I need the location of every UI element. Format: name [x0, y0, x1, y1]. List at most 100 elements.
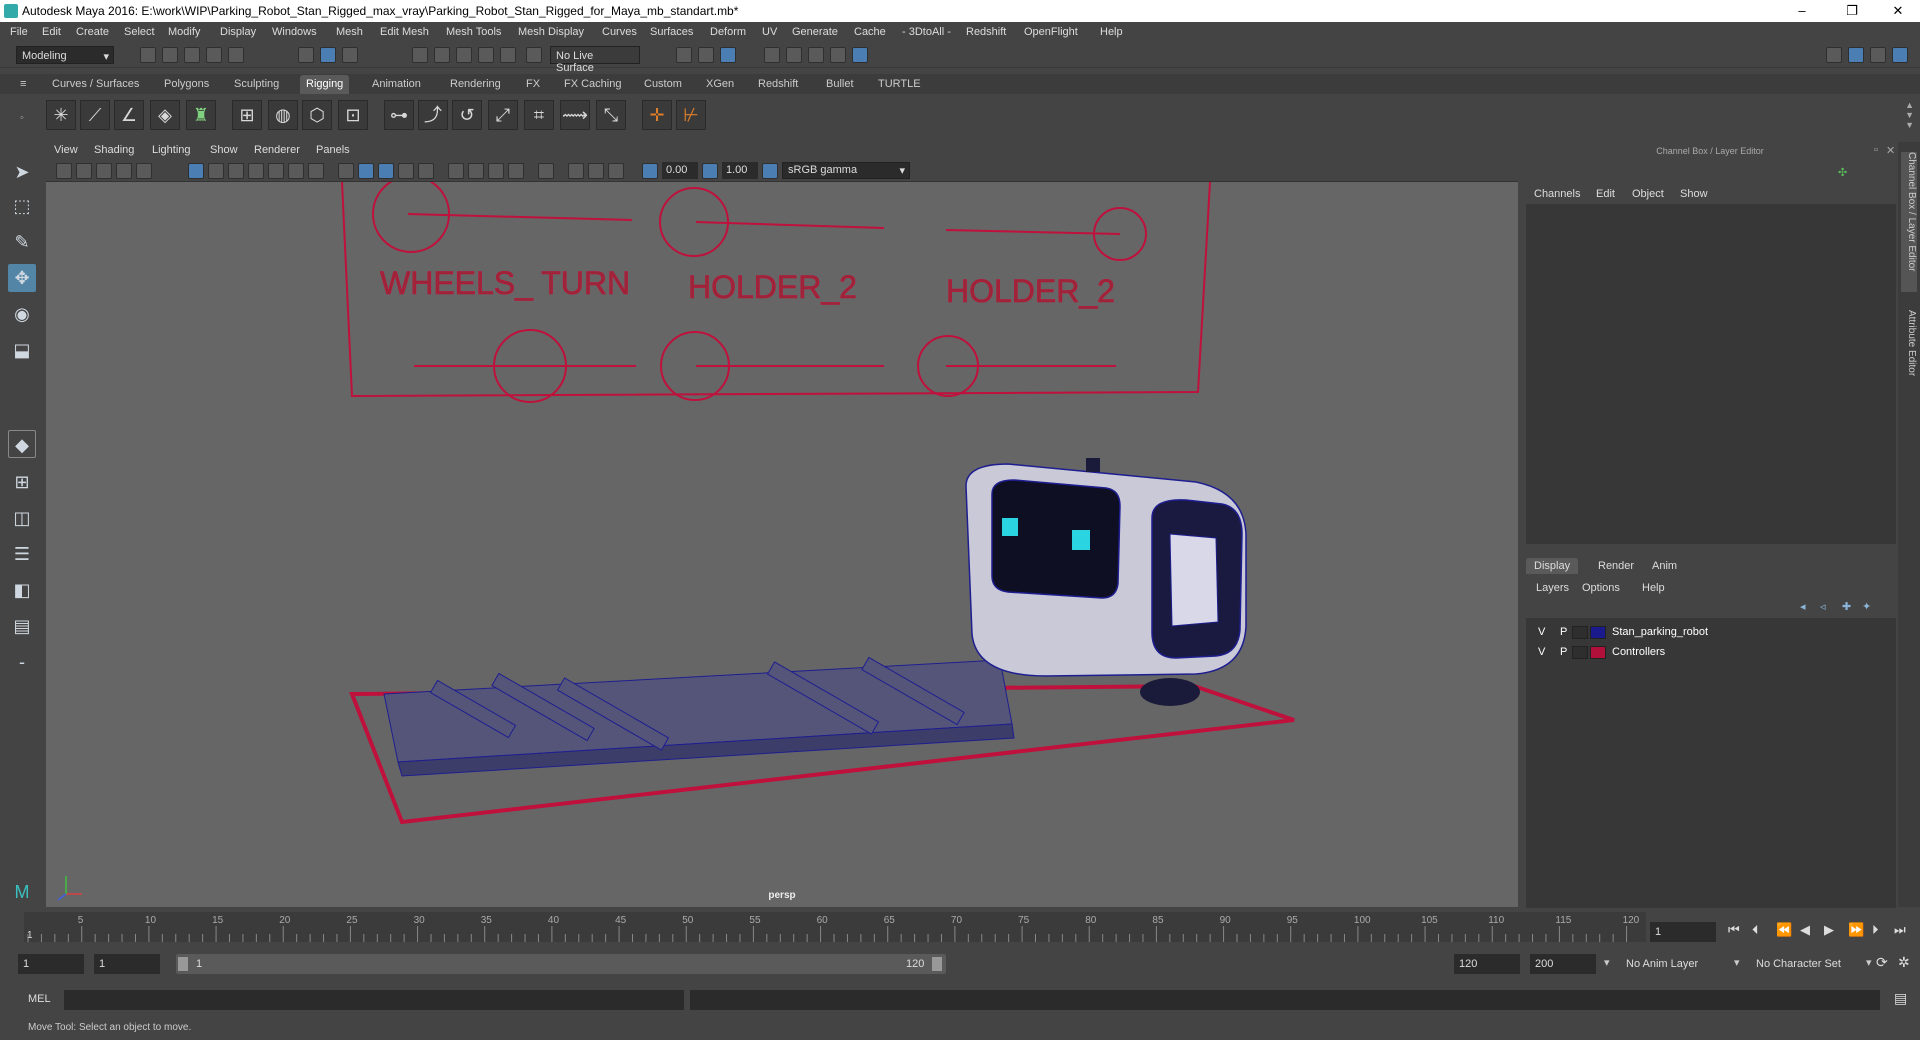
menu-windows[interactable]: Windows	[272, 26, 317, 38]
snap-point-icon[interactable]	[456, 47, 472, 63]
orient-constraint-icon[interactable]: ↺	[452, 100, 482, 130]
new-layer-icon[interactable]: ✚	[1842, 600, 1851, 613]
open-scene-icon[interactable]	[162, 47, 178, 63]
tab-bullet[interactable]: Bullet	[826, 78, 854, 90]
two-pane-layout-icon[interactable]: ◫	[8, 504, 36, 532]
new-scene-icon[interactable]	[140, 47, 156, 63]
tab-polygons[interactable]: Polygons	[164, 78, 209, 90]
vp-menu-renderer[interactable]: Renderer	[254, 144, 300, 156]
mirror-joint-icon[interactable]: ◈	[150, 100, 180, 130]
set-driven-key-icon[interactable]: ⊬	[676, 100, 706, 130]
wireframe-icon[interactable]	[338, 163, 354, 179]
viewport-canvas[interactable]: WHEELS_ TURN HOLDER_2 HOLDER_2 persp	[46, 182, 1518, 907]
menu-mesh-tools[interactable]: Mesh Tools	[446, 26, 501, 38]
lattice-icon[interactable]: ◍	[268, 100, 298, 130]
channel-list[interactable]	[1526, 204, 1896, 544]
menu-deform[interactable]: Deform	[710, 26, 746, 38]
safe-title-icon[interactable]	[308, 163, 324, 179]
menu-modify[interactable]: Modify	[168, 26, 200, 38]
layer-color-swatch[interactable]	[1590, 626, 1606, 639]
layer-visibility-toggle[interactable]: V	[1538, 646, 1545, 658]
step-forward-key-icon[interactable]: ⏩	[1848, 922, 1864, 938]
menu-openflight[interactable]: OpenFlight	[1024, 26, 1078, 38]
vp-menu-view[interactable]: View	[54, 144, 78, 156]
vp-menu-panels[interactable]: Panels	[316, 144, 350, 156]
layer-playback-toggle[interactable]: P	[1560, 646, 1567, 658]
ik-handle-icon[interactable]: ⟋	[80, 100, 110, 130]
anim-layer-label[interactable]: No Anim Layer	[1626, 958, 1698, 970]
menu-generate[interactable]: Generate	[792, 26, 838, 38]
float-panel-icon[interactable]: ▫	[1874, 144, 1878, 156]
save-scene-icon[interactable]	[184, 47, 200, 63]
snap-curve-icon[interactable]	[434, 47, 450, 63]
textured-icon[interactable]	[398, 163, 414, 179]
camera-select-icon[interactable]	[56, 163, 72, 179]
menu-edit[interactable]: Edit	[42, 26, 61, 38]
shelf-options-icon[interactable]: ≡	[20, 78, 26, 90]
construction-history-icon[interactable]	[720, 47, 736, 63]
tab-curves-surfaces[interactable]: Curves / Surfaces	[52, 78, 139, 90]
gamma-field[interactable]: 1.00	[722, 162, 758, 179]
ambient-occlusion-icon[interactable]	[468, 163, 484, 179]
paint-select-icon[interactable]: ✎	[8, 228, 36, 256]
menu-surfaces[interactable]: Surfaces	[650, 26, 693, 38]
select-object-icon[interactable]	[320, 47, 336, 63]
step-back-icon[interactable]: ⏴	[1752, 922, 1759, 938]
bookmark-icon[interactable]	[96, 163, 112, 179]
field-chart-icon[interactable]	[268, 163, 284, 179]
mel-input[interactable]	[64, 990, 684, 1010]
character-set-label[interactable]: No Character Set	[1756, 958, 1841, 970]
layer-row[interactable]: V P Stan_parking_robot	[1528, 624, 1894, 642]
anti-aliasing-icon[interactable]	[508, 163, 524, 179]
hypershade-layout-icon[interactable]: ▤	[8, 612, 36, 640]
range-start-handle[interactable]	[178, 957, 188, 971]
cluster-icon[interactable]: ⬡	[302, 100, 332, 130]
menu-redshift[interactable]: Redshift	[966, 26, 1006, 38]
vp-menu-shading[interactable]: Shading	[94, 144, 134, 156]
tab-anim[interactable]: Anim	[1652, 560, 1677, 572]
menu-mesh-display[interactable]: Mesh Display	[518, 26, 584, 38]
collapse-icon[interactable]: -	[8, 648, 36, 676]
image-plane-icon[interactable]	[116, 163, 132, 179]
layer-menu-layers[interactable]: Layers	[1536, 582, 1569, 594]
range-slider-bar[interactable]: 1 120	[176, 954, 946, 974]
step-forward-icon[interactable]: ⏵	[1872, 922, 1879, 938]
smooth-shade-icon[interactable]	[358, 163, 374, 179]
four-pane-layout-icon[interactable]: ⊞	[8, 468, 36, 496]
camera-attr-icon[interactable]	[76, 163, 92, 179]
rotate-tool-icon[interactable]: ◉	[8, 300, 36, 328]
tab-redshift[interactable]: Redshift	[758, 78, 798, 90]
bind-skin-icon[interactable]: ⊞	[232, 100, 262, 130]
tool-settings-icon[interactable]	[1870, 47, 1886, 63]
menu-create[interactable]: Create	[76, 26, 109, 38]
step-back-key-icon[interactable]: ⏪	[1776, 922, 1792, 938]
move-layer-up-icon[interactable]: ◂	[1800, 600, 1806, 613]
vp-menu-lighting[interactable]: Lighting	[152, 144, 191, 156]
tab-display[interactable]: Display	[1526, 558, 1579, 574]
chevron-down-icon[interactable]: ▾	[1866, 956, 1872, 969]
output-ops-icon[interactable]	[698, 47, 714, 63]
scale-constraint-icon[interactable]: ⤢	[488, 100, 518, 130]
menu-select[interactable]: Select	[124, 26, 155, 38]
menu-3dtoall[interactable]: - 3DtoAll -	[902, 26, 951, 38]
tab-xgen[interactable]: XGen	[706, 78, 734, 90]
input-ops-icon[interactable]	[676, 47, 692, 63]
undo-icon[interactable]	[206, 47, 222, 63]
vp-menu-show[interactable]: Show	[210, 144, 238, 156]
graph-layout-icon[interactable]: ◧	[8, 576, 36, 604]
select-tool-icon[interactable]: ➤	[8, 158, 36, 186]
exposure-field[interactable]: 0.00	[662, 162, 698, 179]
safe-action-icon[interactable]	[288, 163, 304, 179]
tab-fx-caching[interactable]: FX Caching	[564, 78, 621, 90]
layer-menu-options[interactable]: Options	[1582, 582, 1620, 594]
animation-prefs-icon[interactable]: ✲	[1898, 954, 1910, 971]
menu-edit-mesh[interactable]: Edit Mesh	[380, 26, 429, 38]
go-to-end-icon[interactable]: ⏭	[1894, 922, 1906, 938]
layer-menu-help[interactable]: Help	[1642, 582, 1665, 594]
menu-display[interactable]: Display	[220, 26, 256, 38]
point-constraint-icon[interactable]: ⊶	[384, 100, 414, 130]
mel-label[interactable]: MEL	[28, 993, 51, 1005]
wireframe-on-shaded-icon[interactable]	[378, 163, 394, 179]
play-backward-icon[interactable]: ◀	[1800, 922, 1810, 938]
lasso-tool-icon[interactable]: ⬚	[8, 192, 36, 220]
